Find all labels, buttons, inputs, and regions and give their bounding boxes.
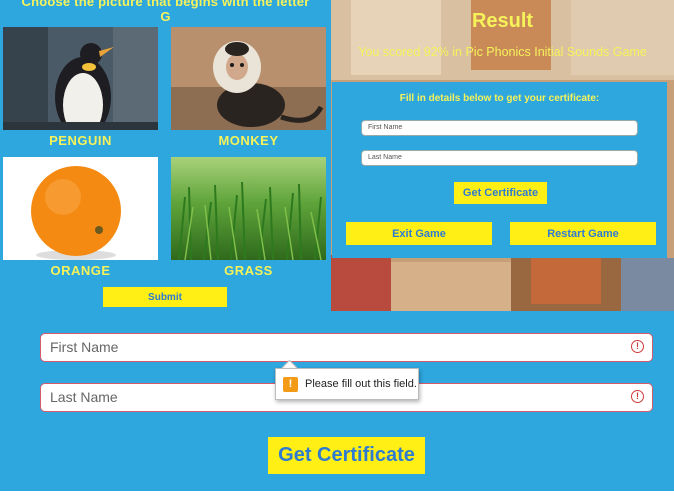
last-name-error-icon: ! [631, 390, 644, 403]
submit-button[interactable]: Submit [103, 287, 227, 307]
result-title: Result [471, 10, 534, 32]
validation-tooltip: ! Please fill out this field. [275, 368, 419, 400]
tile-label-monkey: MONKEY [218, 133, 279, 148]
tile-label-orange: ORANGE [50, 263, 111, 278]
tile-penguin[interactable] [3, 27, 158, 130]
tile-label-grass: GRASS [224, 263, 273, 278]
monkey-image [171, 27, 326, 130]
result-panel: Result You scored 92% in Pic Phonics Ini… [331, 0, 674, 311]
picture-game-panel: Choose the picture that begins with the … [0, 0, 331, 311]
tile-grass[interactable] [171, 157, 326, 260]
game-question: Choose the picture that begins with the … [0, 0, 331, 24]
first-name-placeholder: First Name [50, 339, 119, 355]
orange-image [3, 157, 158, 260]
game-question-letter: G [160, 9, 171, 24]
certificate-heading: Fill in details below to get your certif… [399, 93, 600, 104]
certificate-panel: Fill in details below to get your certif… [332, 82, 667, 258]
penguin-image [3, 27, 158, 130]
first-name-field[interactable]: First Name ! [40, 333, 653, 362]
get-certificate-button[interactable]: Get Certificate [268, 437, 425, 474]
tile-monkey[interactable] [171, 27, 326, 130]
validation-message: Please fill out this field. [305, 378, 417, 390]
panel-last-name-input[interactable]: Last Name [361, 150, 638, 166]
warning-icon: ! [283, 377, 298, 392]
tile-label-penguin: PENGUIN [49, 133, 112, 148]
restart-game-button[interactable]: Restart Game [510, 222, 656, 245]
exit-game-button[interactable]: Exit Game [346, 222, 492, 245]
tile-orange[interactable] [3, 157, 158, 260]
game-question-line1: Choose the picture that begins with the … [21, 0, 310, 9]
grass-image [171, 157, 326, 260]
panel-first-name-input[interactable]: First Name [361, 120, 638, 136]
certificate-form: First Name ! Last Name ! Get Certificate [0, 311, 674, 491]
first-name-error-icon: ! [631, 340, 644, 353]
last-name-placeholder: Last Name [50, 389, 118, 405]
panel-get-certificate-button[interactable]: Get Certificate [454, 182, 547, 204]
score-text: You scored 92% in Pic Phonics Initial So… [358, 45, 647, 59]
